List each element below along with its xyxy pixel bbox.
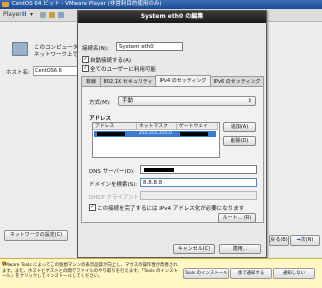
next-button-label: 次(N) <box>300 237 314 243</box>
pause-dropdown-icon[interactable]: ▾ <box>30 11 33 19</box>
method-value: 手動 <box>122 98 134 104</box>
search-domain-label: ドメインを検索(S): <box>89 182 138 188</box>
hostname-input[interactable]: CentOS6.6 <box>33 66 80 76</box>
window-title: CentOS 64 ビット - VMware Player (非営利目的使用のみ… <box>12 1 162 7</box>
back-button[interactable]: 戻る(B) <box>269 235 289 246</box>
add-address-button[interactable]: 追加(A) <box>223 122 256 132</box>
require-ipv4-checkbox[interactable]: ✓ <box>89 204 96 211</box>
apply-button[interactable]: 適用... <box>219 244 261 254</box>
address-section-label: アドレス <box>89 116 112 122</box>
vmware-tools-notice: VMware Tools によってこの仮想マシンの表示品質が向上し、マウスの操作… <box>0 258 322 288</box>
dns-value <box>144 168 174 172</box>
address-table[interactable]: アドレス ネットマスク ゲートウェイ 255.255.255.0 <box>92 122 220 158</box>
netmask-cell: 255.255.255.0 <box>139 131 172 136</box>
gateway-cell <box>180 132 208 136</box>
hostname-label: ホスト名: <box>6 70 30 76</box>
dhcp-client-id-input <box>140 191 257 200</box>
player-menu[interactable]: Player <box>3 11 22 19</box>
fullscreen-icon[interactable] <box>58 12 64 18</box>
delete-address-button[interactable]: 削除(D) <box>223 136 256 146</box>
removable-device-icon[interactable] <box>49 12 55 18</box>
network-computer-icon <box>12 42 28 56</box>
method-label: 方式(M): <box>89 100 111 106</box>
all-users-checkbox[interactable]: ✓ <box>82 65 89 72</box>
notice-text: VMware Tools によってこの仮想マシンの表示品質が向上し、マウスの操作… <box>2 263 178 279</box>
network-settings-button[interactable]: ネットワークの設定(C) <box>4 230 68 241</box>
search-domain-input[interactable]: 8.8.8.8 <box>140 178 257 187</box>
dialog-title: System eth0 の編集 <box>78 11 266 23</box>
ipv4-settings-panel: 方式(M): 手動 ⇕ アドレス アドレス ネットマスク ゲートウェイ 255.… <box>81 86 264 223</box>
connection-name-input[interactable]: System eth0 <box>116 42 183 51</box>
dns-input[interactable] <box>140 165 257 174</box>
require-ipv4-label: この接続を完了するには IPv4 アドレス化が必要になります <box>97 206 245 212</box>
address-row[interactable]: 255.255.255.0 <box>94 131 216 137</box>
next-button[interactable]: ➡次(N) <box>290 235 320 246</box>
never-remind-button[interactable]: 通知しない <box>273 268 315 279</box>
address-cell <box>97 132 125 136</box>
column-header-gateway[interactable]: ゲートウェイ <box>177 123 218 130</box>
dns-label: DNS サーバー(D): <box>89 169 135 175</box>
vmware-app-icon <box>2 2 9 7</box>
cancel-button[interactable]: キャンセル(C) <box>173 244 215 254</box>
auto-connect-checkbox[interactable]: ✓ <box>82 56 89 63</box>
method-select[interactable]: 手動 ⇕ <box>118 96 256 106</box>
routes-button[interactable]: ルート... (R) <box>218 213 256 223</box>
all-users-label: 全てのユーザーに利用可能 <box>90 67 156 73</box>
select-arrows-icon: ⇕ <box>247 98 252 104</box>
column-header-netmask[interactable]: ネットマスク <box>137 123 177 130</box>
auto-connect-label: 自動接続する(A) <box>90 58 132 64</box>
pause-icon[interactable]: II <box>22 11 26 19</box>
remind-later-button[interactable]: 後で通知する <box>230 268 272 279</box>
connection-name-label: 接続名(N): <box>82 46 109 52</box>
host-description-line2: ネットワーク上で <box>34 52 79 58</box>
vm-title-bar: CentOS 64 ビット - VMware Player (非営利目的使用のみ… <box>0 0 322 9</box>
install-tools-button[interactable]: Tools のインストール <box>183 268 229 279</box>
edit-connection-dialog: System eth0 の編集 接続名(N): System eth0 ✓ 自動… <box>77 10 267 258</box>
device-icon[interactable] <box>40 12 46 18</box>
network-settings-button-wrap: ネットワークの設定(C) <box>4 230 68 241</box>
column-header-address[interactable]: アドレス <box>93 123 137 130</box>
